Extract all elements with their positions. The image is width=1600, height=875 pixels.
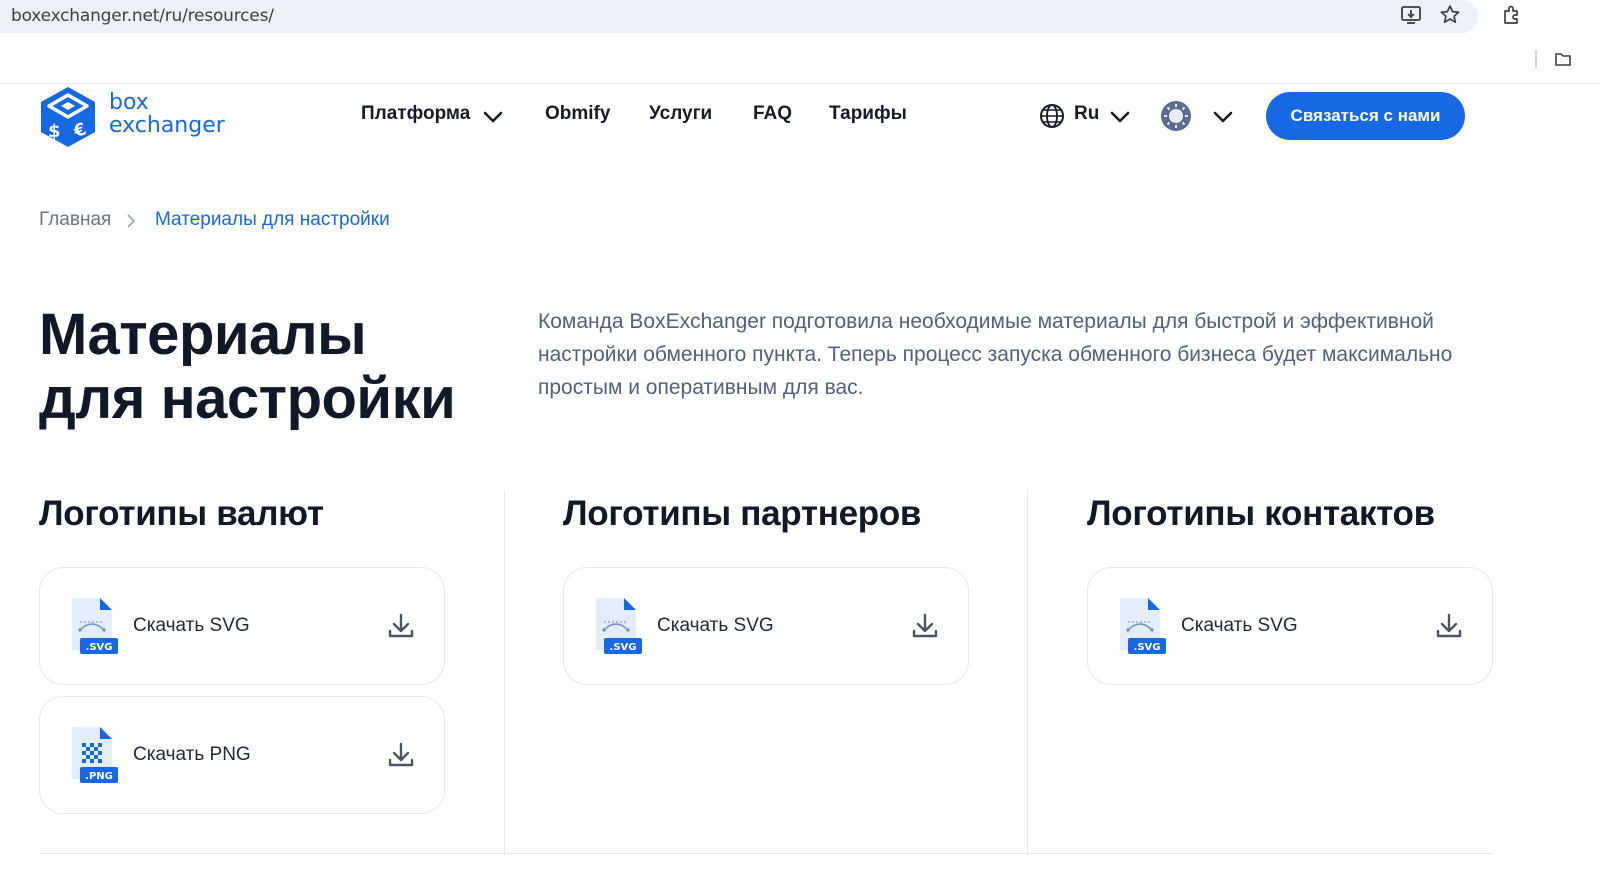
section-title-currency-logos: Логотипы валют [39, 494, 324, 533]
language-label: Ru [1074, 103, 1100, 124]
nav-item-services[interactable]: Услуги [649, 103, 712, 125]
download-label: Скачать PNG [133, 744, 251, 765]
download-icon[interactable] [910, 611, 940, 641]
install-app-icon[interactable] [1399, 3, 1423, 27]
logo-wordmark: box exchanger [109, 91, 225, 137]
nav-item-label: Платформа [361, 103, 471, 124]
logo-line2: exchanger [109, 113, 225, 138]
column-divider [504, 490, 505, 855]
download-label: Скачать SVG [657, 615, 774, 636]
chevron-down-icon[interactable] [482, 107, 504, 127]
nav-item-platform[interactable]: Платформа [361, 103, 470, 125]
section-bottom-divider [39, 853, 1492, 854]
svg-text:$: $ [48, 121, 61, 142]
svg-file-icon: .SVG [596, 598, 642, 654]
download-icon[interactable] [386, 740, 416, 770]
breadcrumb-home[interactable]: Главная [39, 209, 111, 231]
box-logo-icon: $ € [41, 87, 95, 147]
download-card-contact-svg[interactable]: .SVG Скачать SVG [1087, 567, 1493, 685]
download-card-partner-svg[interactable]: .SVG Скачать SVG [563, 567, 969, 685]
download-label: Скачать SVG [133, 615, 250, 636]
nav-item-label: Тарифы [829, 103, 907, 124]
nav-item-obmify[interactable]: Obmify [545, 103, 610, 125]
download-label: Скачать SVG [1181, 615, 1298, 636]
nav-item-label: Услуги [649, 103, 713, 124]
download-card-currency-svg[interactable]: .SVG Скачать SVG [39, 567, 445, 685]
bookmark-star-icon[interactable] [1438, 3, 1462, 27]
address-bar-url[interactable]: boxexchanger.net/ru/resources/ [11, 6, 274, 26]
file-badge: .SVG [610, 642, 637, 653]
png-file-icon: .PNG [72, 727, 118, 783]
page-title-line1: Материалы [39, 302, 367, 367]
extensions-icon[interactable] [1500, 3, 1524, 27]
file-badge: .SVG [1134, 642, 1161, 653]
nav-item-label: FAQ [753, 103, 793, 124]
nav-item-faq[interactable]: FAQ [753, 103, 792, 125]
page-title: Материалы для настройки [39, 302, 456, 431]
download-icon[interactable] [1434, 611, 1464, 641]
section-title-contact-logos: Логотипы контактов [1087, 494, 1435, 533]
theme-toggle-icon[interactable] [1160, 100, 1192, 132]
svg-file-icon: .SVG [1120, 598, 1166, 654]
logo-line1: box [109, 90, 149, 115]
language-selector[interactable]: Ru [1074, 103, 1099, 125]
breadcrumb-current: Материалы для настройки [155, 209, 390, 230]
chevron-down-icon[interactable] [1109, 107, 1131, 127]
folder-icon[interactable] [1553, 49, 1573, 69]
chevron-down-icon[interactable] [1212, 107, 1234, 127]
address-bar[interactable]: boxexchanger.net/ru/resources/ [0, 0, 1478, 33]
file-badge: .SVG [86, 642, 113, 653]
svg-file-icon: .SVG [72, 598, 118, 654]
contact-us-button[interactable]: Связаться с нами [1266, 92, 1465, 140]
site-logo[interactable]: $ € box exchanger [38, 85, 238, 149]
download-icon[interactable] [386, 611, 416, 641]
globe-icon[interactable] [1039, 103, 1065, 129]
toolbar-separator [1535, 50, 1537, 68]
section-title-partner-logos: Логотипы партнеров [563, 494, 922, 533]
page-title-line2: для настройки [39, 366, 456, 431]
chevron-right-icon [127, 214, 136, 228]
browser-toolbar: boxexchanger.net/ru/resources/ [0, 0, 1600, 84]
nav-item-label: Obmify [545, 103, 611, 124]
file-badge: .PNG [85, 771, 113, 782]
nav-item-pricing[interactable]: Тарифы [829, 103, 907, 125]
page-description: Команда BoxExchanger подготовила необход… [538, 310, 1453, 399]
download-card-currency-png[interactable]: .PNG Скачать PNG [39, 696, 445, 814]
column-divider [1027, 490, 1028, 855]
